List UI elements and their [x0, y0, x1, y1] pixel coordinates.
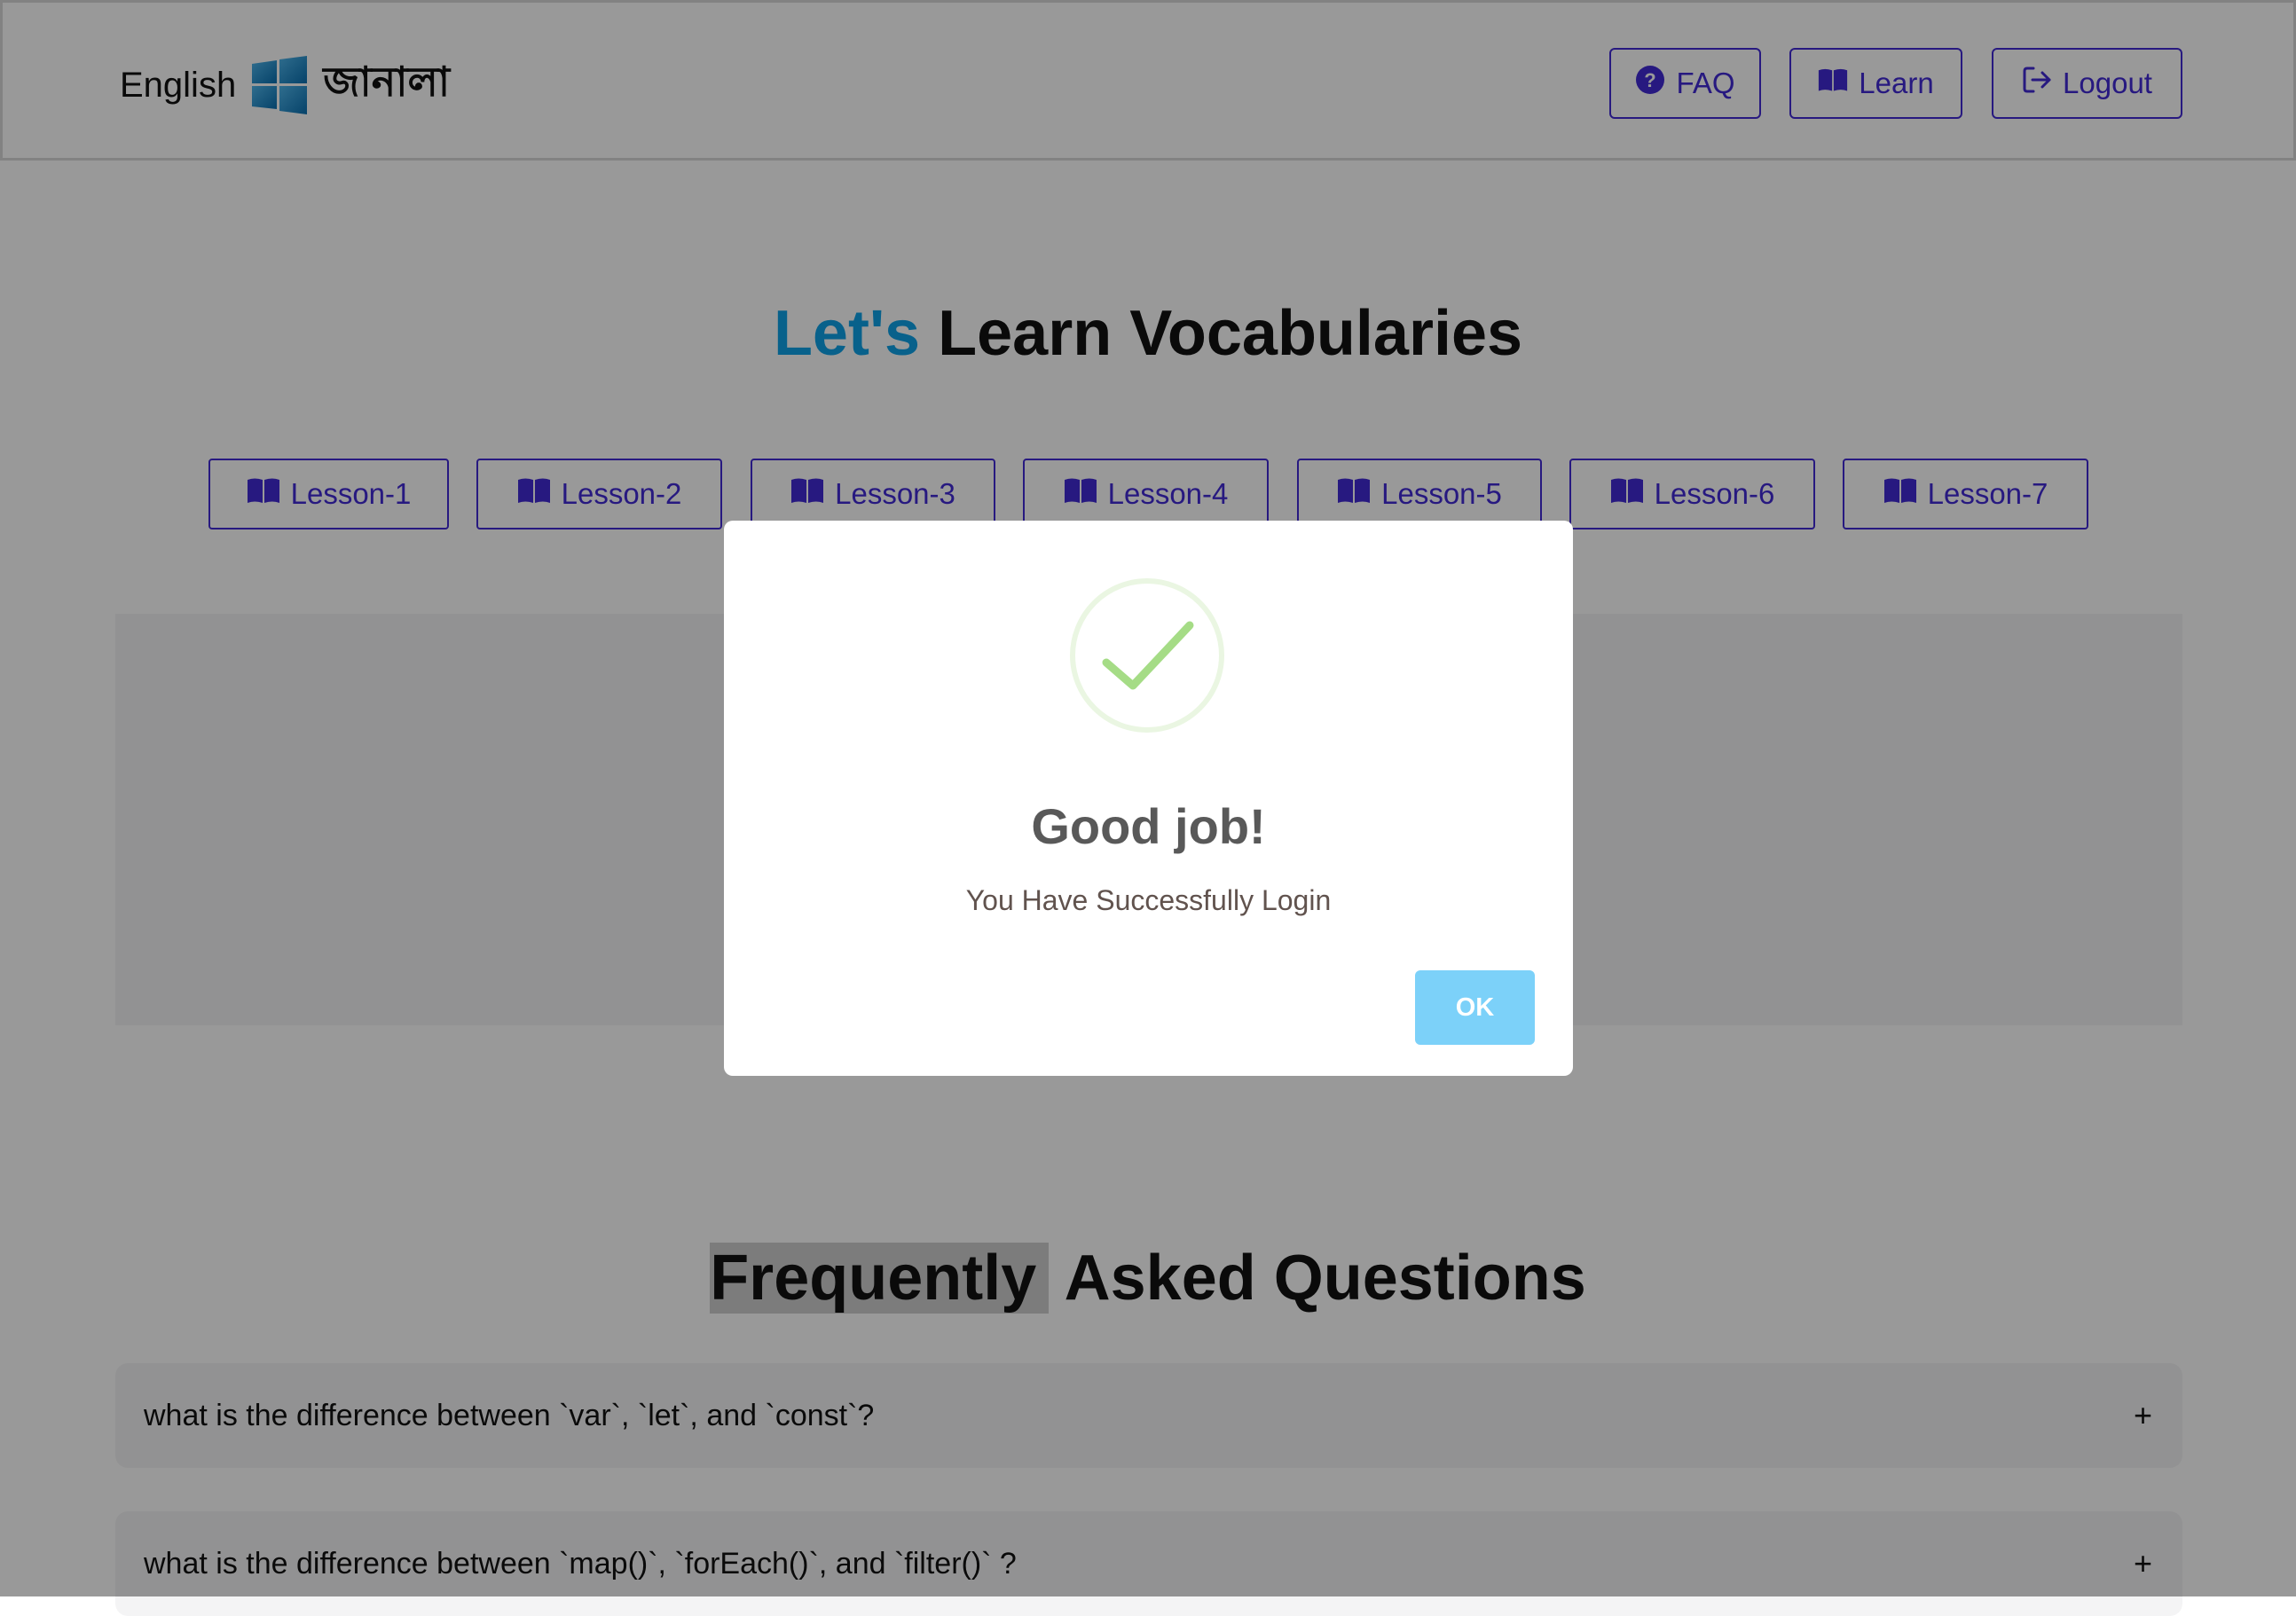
modal-message: You Have Successfully Login — [965, 884, 1332, 916]
modal-title: Good job! — [1031, 798, 1266, 854]
ok-button[interactable]: OK — [1415, 970, 1535, 1045]
success-modal: Good job! You Have Successfully Login OK — [724, 521, 1573, 1076]
check-circle-icon — [1069, 577, 1225, 733]
